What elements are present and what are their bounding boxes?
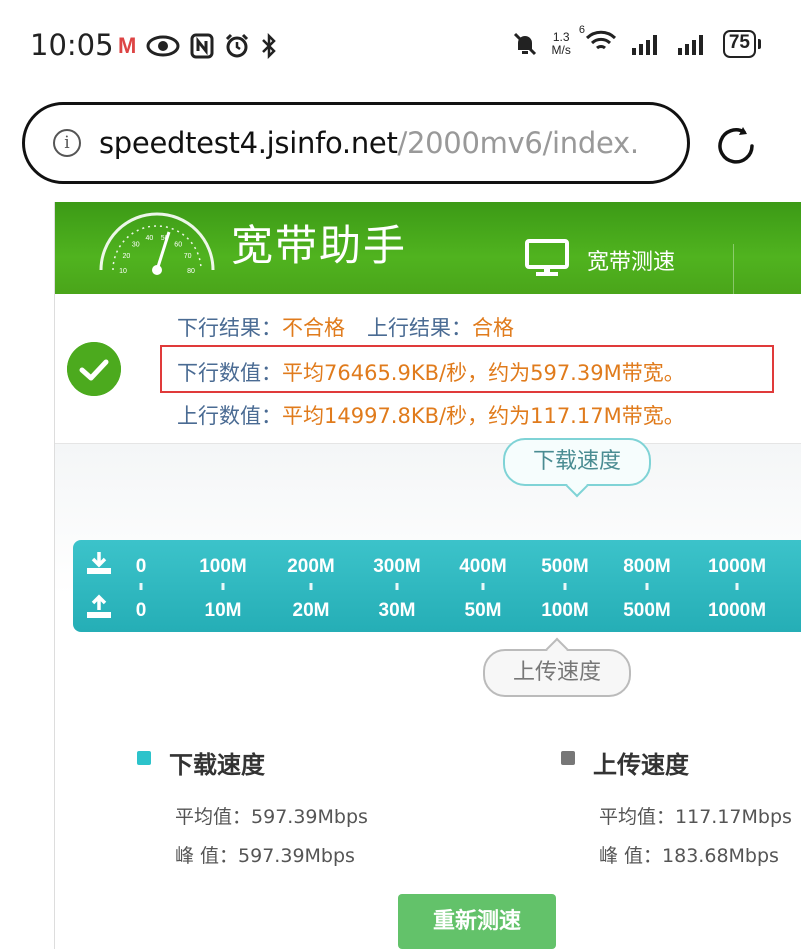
scale-tick-mark bbox=[481, 583, 485, 590]
eye-icon bbox=[146, 35, 180, 57]
upload-legend-swatch bbox=[561, 751, 575, 765]
status-icons-left: M bbox=[118, 33, 278, 59]
network-speed: 1.3 M/s bbox=[551, 30, 571, 57]
download-scale-tick: 1000M bbox=[707, 556, 767, 577]
status-time: 10:05 bbox=[30, 28, 114, 62]
scale-tick-mark bbox=[395, 583, 399, 590]
download-peak: 峰 值：597.39Mbps bbox=[175, 845, 355, 867]
speed-scale: 0 100M 200M 300M 400M 500M 800M 1000M 0 10M 20M 30M… bbox=[73, 540, 801, 632]
retest-button[interactable]: 重新测速 bbox=[398, 894, 556, 949]
signal-icon-2 bbox=[677, 35, 703, 55]
upload-scale-tick: 10M bbox=[204, 600, 242, 621]
status-bar: 10:05 M 1.3 M/s 6 75 bbox=[0, 0, 801, 96]
nfc-icon bbox=[190, 33, 214, 59]
upload-scale-tick: 0 bbox=[135, 600, 147, 621]
speedometer-icon: 10203040 50607080 bbox=[99, 212, 215, 275]
download-scale-tick: 300M bbox=[373, 556, 421, 577]
signal-icon bbox=[631, 35, 657, 55]
battery-level: 75 bbox=[722, 30, 756, 58]
upload-avg: 平均值：117.17Mbps bbox=[599, 806, 792, 828]
site-title: 宽带助手 bbox=[231, 221, 408, 270]
upload-scale-tick: 100M bbox=[541, 600, 589, 621]
speed-section bbox=[55, 444, 801, 949]
download-scale-tick: 400M bbox=[459, 556, 507, 577]
site-info-icon[interactable]: i bbox=[53, 129, 81, 157]
status-icons-right: 1.3 M/s 6 75 bbox=[512, 24, 761, 58]
gauge-tick-label: 40 bbox=[146, 235, 154, 242]
wifi-indicator: 6 bbox=[579, 24, 617, 58]
gauge-tick-label: 20 bbox=[123, 253, 131, 260]
scale-tick-mark bbox=[221, 583, 225, 590]
wifi-icon bbox=[585, 30, 616, 50]
gauge-tick-label: 10 bbox=[119, 268, 127, 275]
gauge-tick-label: 70 bbox=[184, 253, 192, 260]
download-speed-bubble: 下载速度 bbox=[503, 438, 651, 486]
upload-summary-title: 上传速度 bbox=[593, 751, 689, 779]
address-bar[interactable]: i speedtest4.jsinfo.net/2000mv6/index. bbox=[22, 102, 690, 184]
download-summary-title: 下载速度 bbox=[169, 751, 265, 779]
upload-value-line: 上行数值：平均14997.8KB/秒，约为117.17M带宽。 bbox=[177, 404, 685, 428]
check-icon bbox=[67, 342, 121, 396]
upload-icon bbox=[87, 594, 111, 618]
download-legend-swatch bbox=[137, 751, 151, 765]
upload-scale-tick: 50M bbox=[464, 600, 502, 621]
result-summary: 下行结果：不合格 上行结果：合格 bbox=[177, 316, 514, 340]
download-icon bbox=[87, 552, 111, 574]
scale-tick-mark bbox=[309, 583, 313, 590]
download-scale-tick: 500M bbox=[541, 556, 589, 577]
monitor-icon bbox=[525, 239, 569, 276]
upload-peak: 峰 值：183.68Mbps bbox=[599, 845, 779, 867]
header-divider bbox=[733, 244, 734, 294]
gmail-icon: M bbox=[118, 33, 137, 58]
download-avg: 平均值：597.39Mbps bbox=[175, 806, 368, 828]
upload-scale-tick: 30M bbox=[378, 600, 416, 621]
url-path: /2000mv6/index. bbox=[397, 126, 640, 160]
download-result: 不合格 bbox=[282, 316, 345, 340]
upload-scale-tick: 1000M bbox=[707, 600, 767, 621]
scale-tick-mark bbox=[563, 583, 567, 590]
highlight-box bbox=[160, 345, 774, 393]
url-text[interactable]: speedtest4.jsinfo.net/2000mv6/index. bbox=[99, 126, 639, 160]
upload-scale-tick: 20M bbox=[292, 600, 330, 621]
battery-tip bbox=[758, 39, 761, 49]
download-scale-tick: 100M bbox=[199, 556, 247, 577]
site-header: 10 20 30 40 50 60 70 80 宽带助手 宽带测速 bbox=[55, 202, 801, 294]
download-scale-tick: 800M bbox=[623, 556, 671, 577]
upload-speed-bubble: 上传速度 bbox=[483, 649, 631, 697]
download-scale-tick: 200M bbox=[287, 556, 335, 577]
upload-result: 合格 bbox=[472, 316, 514, 340]
download-scale-tick: 0 bbox=[135, 556, 147, 577]
gauge-tick-label: 30 bbox=[132, 241, 140, 248]
url-host: speedtest4.jsinfo.net bbox=[99, 126, 398, 160]
upload-scale-tick: 500M bbox=[623, 600, 671, 621]
mute-icon bbox=[513, 32, 536, 56]
scale-tick-mark bbox=[645, 583, 649, 590]
scale-tick-mark bbox=[139, 583, 143, 590]
battery-indicator: 75 bbox=[722, 30, 761, 58]
gauge-tick-label: 60 bbox=[174, 241, 182, 248]
web-page: 10 20 30 40 50 60 70 80 宽带助手 宽带测速 下行结果：不合格 上行结果：… bbox=[54, 202, 801, 949]
bluetooth-icon bbox=[262, 33, 277, 59]
scale-tick-mark bbox=[735, 583, 739, 590]
alarm-icon bbox=[226, 33, 249, 58]
gauge-tick-label: 80 bbox=[187, 268, 195, 275]
reload-icon[interactable] bbox=[712, 122, 760, 170]
upload-value: 平均14997.8KB/秒，约为117.17M带宽。 bbox=[282, 404, 685, 428]
nav-broadband-speedtest[interactable]: 宽带测速 bbox=[587, 244, 675, 276]
